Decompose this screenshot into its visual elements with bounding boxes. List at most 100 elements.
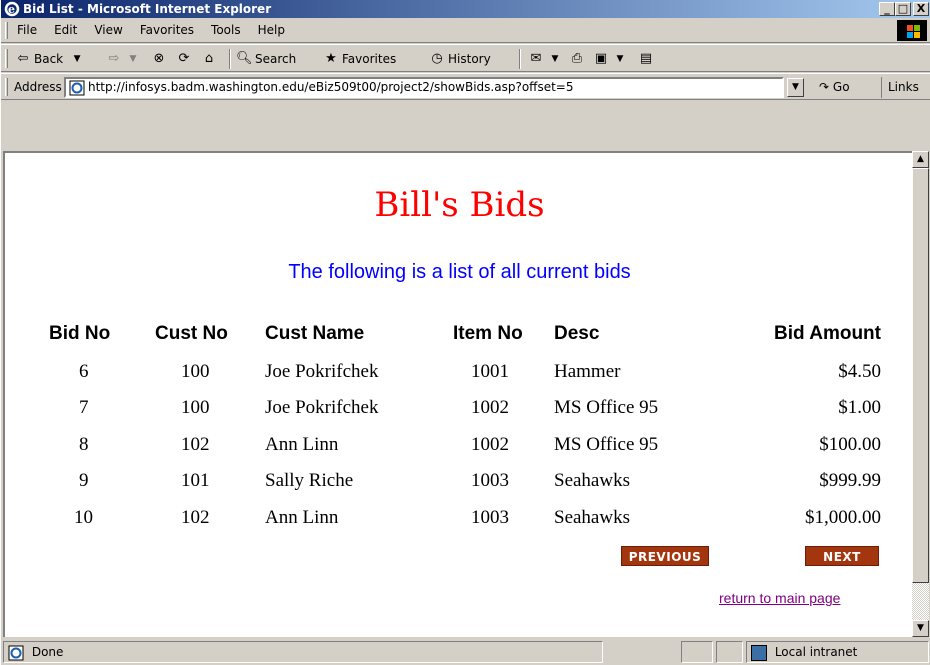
menu-help[interactable]: Help xyxy=(258,23,285,37)
intranet-zone-icon xyxy=(751,644,767,661)
desc-cell: Seahawks xyxy=(554,507,630,528)
go-label: Go xyxy=(832,80,850,94)
bid-amount-cell: $999.99 xyxy=(819,470,881,491)
links-button[interactable]: Links xyxy=(881,77,919,98)
desc-cell: Seahawks xyxy=(554,470,630,491)
bid-no-cell: 10 xyxy=(74,507,93,528)
return-to-main-link[interactable]: return to main page xyxy=(719,590,840,606)
page-subtitle: The following is a list of all current b… xyxy=(288,261,631,283)
address-label: Address xyxy=(14,80,62,94)
status-text-pane: Done xyxy=(3,641,603,663)
vertical-scrollbar[interactable]: ▲ ▼ xyxy=(912,151,929,637)
column-header-item-no: Item No xyxy=(453,323,523,344)
history-button[interactable]: ◷ History xyxy=(429,50,491,68)
refresh-button[interactable]: ⟳ xyxy=(176,50,195,68)
favorites-button[interactable]: ★ Favorites xyxy=(323,50,396,68)
menu-bar: File Edit View Favorites Tools Help xyxy=(1,18,930,43)
standard-toolbar: ⇦ Back ▼ ⇨ ▼ ⊗ ⟳ ⌂ 🔍︎ Search ★ Favorites… xyxy=(1,44,930,72)
home-button[interactable]: ⌂ xyxy=(201,50,220,68)
cust-no-cell: 102 xyxy=(181,507,210,528)
search-button[interactable]: 🔍︎ Search xyxy=(236,50,296,68)
search-icon: 🔍︎ xyxy=(236,51,253,66)
bid-no-cell: 6 xyxy=(79,361,89,382)
menu-tools[interactable]: Tools xyxy=(211,23,241,37)
close-button[interactable]: X xyxy=(913,2,929,16)
search-label: Search xyxy=(255,52,297,66)
column-header-desc: Desc xyxy=(554,323,600,344)
mail-icon: ✉ xyxy=(530,51,542,66)
menu-grip[interactable] xyxy=(5,22,8,39)
ie-logo-icon: e xyxy=(4,1,20,17)
page-title: Bill's Bids xyxy=(374,185,545,225)
toolbar-separator xyxy=(229,49,231,69)
menu-file[interactable]: File xyxy=(17,23,37,37)
address-input[interactable]: http://infosys.badm.washington.edu/eBiz5… xyxy=(64,77,784,98)
previous-button[interactable]: PREVIOUS xyxy=(621,546,709,566)
status-pane-empty xyxy=(716,641,743,663)
zone-label: Local intranet xyxy=(774,645,858,659)
refresh-icon: ⟳ xyxy=(178,51,190,66)
favorites-label: Favorites xyxy=(342,52,397,66)
toolbar-separator xyxy=(519,49,521,69)
svg-text:e: e xyxy=(8,3,15,16)
edit-dropdown-icon[interactable]: ▼ xyxy=(612,51,628,67)
bid-amount-cell: $100.00 xyxy=(819,434,881,455)
back-label: Back xyxy=(34,52,64,66)
address-url: http://infosys.badm.washington.edu/eBiz5… xyxy=(88,80,574,94)
column-header-cust-name: Cust Name xyxy=(265,323,365,344)
status-bar: Done Local intranet xyxy=(1,639,930,665)
scroll-up-icon[interactable]: ▲ xyxy=(912,151,929,168)
history-icon: ◷ xyxy=(431,51,443,66)
desc-cell: MS Office 95 xyxy=(554,434,659,455)
menu-favorites[interactable]: Favorites xyxy=(140,23,194,37)
cust-name-cell: Joe Pokrifchek xyxy=(265,361,379,382)
discuss-button[interactable]: ▤ xyxy=(638,50,657,68)
item-no-cell: 1003 xyxy=(471,507,509,528)
address-bar: Address http://infosys.badm.washington.e… xyxy=(1,73,930,100)
maximize-button[interactable]: □ xyxy=(895,2,911,16)
cust-name-cell: Ann Linn xyxy=(265,507,339,528)
cust-no-cell: 102 xyxy=(181,434,210,455)
table-row: 10 102 Ann Linn 1003 Seahawks $1,000.00 xyxy=(5,507,914,543)
cust-name-cell: Joe Pokrifchek xyxy=(265,397,379,418)
bid-no-cell: 8 xyxy=(79,434,89,455)
scroll-down-icon[interactable]: ▼ xyxy=(912,620,929,637)
page-viewport: Bill's Bids The following is a list of a… xyxy=(3,151,912,637)
bid-no-cell: 9 xyxy=(79,470,89,491)
go-button[interactable]: ↷ Go xyxy=(819,80,850,94)
title-bar[interactable]: e Bid List - Microsoft Internet Explorer… xyxy=(1,0,930,18)
back-button[interactable]: ⇦ Back ▼ xyxy=(15,50,88,68)
history-label: History xyxy=(448,52,491,66)
table-row: 7 100 Joe Pokrifchek 1002 MS Office 95 $… xyxy=(5,397,914,433)
address-grip[interactable] xyxy=(5,78,8,96)
forward-dropdown-icon[interactable]: ▼ xyxy=(125,51,141,67)
print-button[interactable]: ⎙ xyxy=(569,50,588,68)
stop-icon: ⊗ xyxy=(153,51,165,66)
edit-button[interactable]: ▣ ▼ xyxy=(593,50,631,68)
page-icon xyxy=(69,80,85,96)
toolbar-grip[interactable] xyxy=(5,49,8,68)
menu-edit[interactable]: Edit xyxy=(54,23,77,37)
mail-dropdown-icon[interactable]: ▼ xyxy=(547,51,563,67)
cust-name-cell: Ann Linn xyxy=(265,434,339,455)
back-dropdown-icon[interactable]: ▼ xyxy=(69,51,85,67)
table-row: 6 100 Joe Pokrifchek 1001 Hammer $4.50 xyxy=(5,361,914,397)
desc-cell: Hammer xyxy=(554,361,621,382)
address-dropdown-icon[interactable]: ▼ xyxy=(787,78,804,97)
bid-amount-cell: $1,000.00 xyxy=(805,507,881,528)
mail-button[interactable]: ✉ ▼ xyxy=(528,50,566,68)
favorites-folder-icon: ★ xyxy=(325,51,337,66)
menu-view[interactable]: View xyxy=(94,23,122,37)
window-title: Bid List - Microsoft Internet Explorer xyxy=(23,2,272,16)
forward-button[interactable]: ⇨ ▼ xyxy=(106,50,144,68)
stop-button[interactable]: ⊗ xyxy=(151,50,170,68)
table-row: 8 102 Ann Linn 1002 MS Office 95 $100.00 xyxy=(5,434,914,470)
scroll-thumb[interactable] xyxy=(912,168,929,583)
minimize-button[interactable]: _ xyxy=(879,2,895,16)
discuss-icon: ▤ xyxy=(639,51,653,66)
item-no-cell: 1001 xyxy=(471,361,509,382)
next-button[interactable]: NEXT xyxy=(805,546,879,566)
print-icon: ⎙ xyxy=(571,51,583,66)
status-text: Done xyxy=(31,645,64,659)
cust-no-cell: 100 xyxy=(181,397,210,418)
